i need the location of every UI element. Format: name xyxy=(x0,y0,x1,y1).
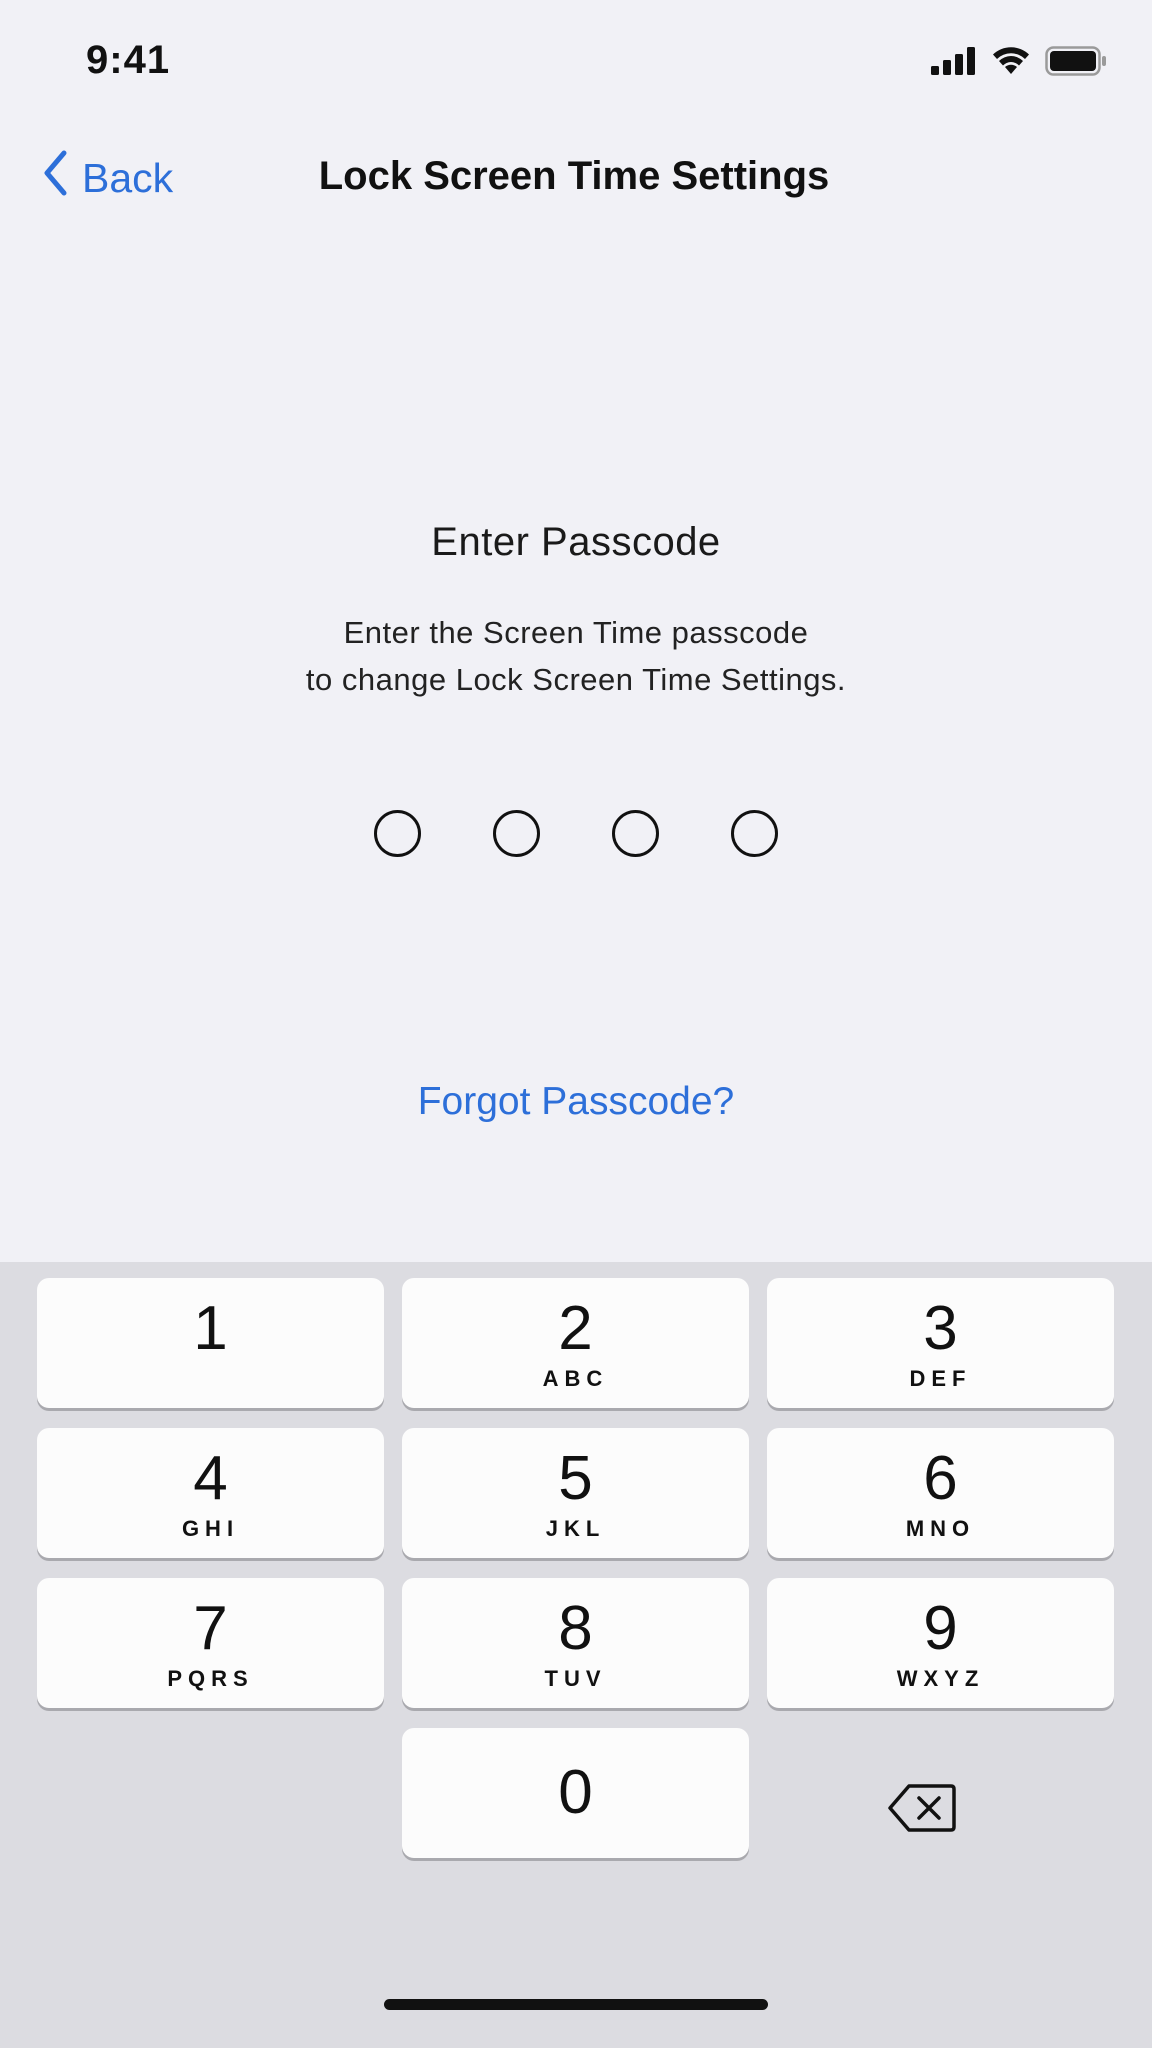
delete-button[interactable] xyxy=(887,1782,997,1852)
passcode-dot-4 xyxy=(731,810,778,857)
key-digit: 4 xyxy=(193,1444,228,1513)
key-1[interactable]: 1 xyxy=(37,1278,384,1408)
key-8[interactable]: 8 TUV xyxy=(402,1578,749,1708)
passcode-dot-1 xyxy=(374,810,421,857)
prompt-description: Enter the Screen Time passcode to change… xyxy=(0,609,1152,703)
key-letters: TUV xyxy=(544,1666,607,1691)
prompt-description-line-1: Enter the Screen Time passcode xyxy=(343,615,809,650)
home-indicator xyxy=(384,1999,768,2010)
cellular-signal-icon xyxy=(931,47,977,80)
key-digit: 2 xyxy=(558,1294,593,1363)
passcode-dot-3 xyxy=(612,810,659,857)
key-digit: 9 xyxy=(923,1594,958,1663)
key-2[interactable]: 2 ABC xyxy=(402,1278,749,1408)
key-letters: JKL xyxy=(545,1516,606,1541)
key-digit: 0 xyxy=(558,1758,593,1827)
key-digit: 1 xyxy=(193,1294,228,1363)
navigation-bar: Back Lock Screen Time Settings xyxy=(0,130,1152,230)
key-digit: 8 xyxy=(558,1594,593,1663)
key-0[interactable]: 0 xyxy=(402,1728,749,1858)
key-digit: 6 xyxy=(923,1444,958,1513)
prompt-description-line-2: to change Lock Screen Time Settings. xyxy=(305,662,847,697)
key-3[interactable]: 3 DEF xyxy=(767,1278,1114,1408)
page-title: Lock Screen Time Settings xyxy=(318,154,830,198)
passcode-dot-2 xyxy=(493,810,540,857)
key-digit: 3 xyxy=(923,1294,958,1363)
key-5[interactable]: 5 JKL xyxy=(402,1428,749,1558)
key-6[interactable]: 6 MNO xyxy=(767,1428,1114,1558)
forgot-passcode-link[interactable]: Forgot Passcode? xyxy=(0,1080,1152,1124)
status-bar: 9:41 xyxy=(0,0,1152,120)
key-digit: 5 xyxy=(558,1444,593,1513)
passcode-prompt: Enter Passcode Enter the Screen Time pas… xyxy=(0,520,1152,703)
status-icons xyxy=(931,46,1107,81)
key-letters: WXYZ xyxy=(896,1666,985,1691)
passcode-field xyxy=(0,810,1152,857)
key-letters: DEF xyxy=(909,1366,972,1391)
key-4[interactable]: 4 GHI xyxy=(37,1428,384,1558)
numeric-keypad: 1 2 ABC 3 DEF 4 GHI 5 JKL 6 MNO 7 PQRS 8… xyxy=(0,1262,1152,2048)
delete-backspace-icon xyxy=(887,1784,957,1838)
wifi-icon xyxy=(991,46,1031,81)
prompt-title: Enter Passcode xyxy=(431,520,721,564)
battery-icon xyxy=(1045,46,1107,81)
key-digit: 7 xyxy=(193,1594,228,1663)
key-7[interactable]: 7 PQRS xyxy=(37,1578,384,1708)
key-letters: PQRS xyxy=(167,1666,254,1691)
status-time: 9:41 xyxy=(86,38,171,82)
key-letters: MNO xyxy=(905,1516,976,1541)
key-letters: ABC xyxy=(542,1366,609,1391)
key-letters: GHI xyxy=(181,1516,240,1541)
key-9[interactable]: 9 WXYZ xyxy=(767,1578,1114,1708)
